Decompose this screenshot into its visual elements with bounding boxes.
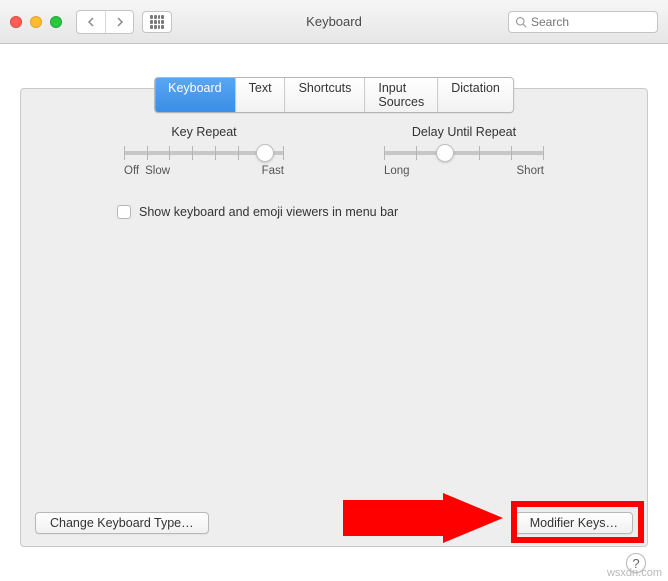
delay-repeat-ticks (384, 146, 544, 160)
search-field[interactable] (508, 11, 658, 33)
tab-text[interactable]: Text (235, 78, 285, 112)
delay-repeat-slider[interactable] (384, 151, 544, 155)
show-viewers-checkbox[interactable] (117, 205, 131, 219)
change-keyboard-type-button[interactable]: Change Keyboard Type… (35, 512, 209, 534)
key-repeat-mid: Slow (139, 165, 261, 177)
window-title: Keyboard (306, 14, 362, 29)
show-viewers-label: Show keyboard and emoji viewers in menu … (139, 205, 398, 219)
delay-repeat-min: Long (384, 165, 410, 177)
show-viewers-row: Show keyboard and emoji viewers in menu … (21, 177, 647, 219)
delay-repeat-max: Short (517, 165, 545, 177)
minimize-window-button[interactable] (30, 16, 42, 28)
tab-label: Shortcuts (299, 81, 352, 95)
titlebar: Keyboard (0, 0, 668, 44)
search-icon (515, 16, 527, 28)
key-repeat-max: Fast (262, 165, 284, 177)
close-window-button[interactable] (10, 16, 22, 28)
delay-repeat-thumb[interactable] (436, 144, 454, 162)
pointer-arrow-icon (343, 493, 503, 543)
delay-repeat-slider-block: Delay Until Repeat Long Short (384, 125, 544, 177)
back-button[interactable] (77, 11, 105, 33)
tab-input-sources[interactable]: Input Sources (364, 78, 437, 112)
key-repeat-slider-block: Key Repeat Off Slow Fast (124, 125, 284, 177)
tab-bar: Keyboard Text Shortcuts Input Sources Di… (154, 77, 514, 113)
window-controls (10, 16, 62, 28)
nav-back-forward (76, 10, 134, 34)
preferences-panel: Keyboard Text Shortcuts Input Sources Di… (20, 88, 648, 547)
tab-dictation[interactable]: Dictation (437, 78, 513, 112)
key-repeat-range-labels: Off Slow Fast (124, 165, 284, 177)
watermark: wsxdn.com (607, 567, 662, 579)
key-repeat-slider[interactable] (124, 151, 284, 155)
forward-button[interactable] (105, 11, 133, 33)
tab-label: Input Sources (378, 81, 424, 109)
key-repeat-min: Off (124, 165, 139, 177)
modifier-keys-button[interactable]: Modifier Keys… (515, 512, 633, 534)
tab-label: Dictation (451, 81, 500, 95)
tab-label: Text (249, 81, 272, 95)
tab-label: Keyboard (168, 81, 222, 95)
search-input[interactable] (531, 15, 651, 29)
show-all-button[interactable] (142, 11, 172, 33)
delay-repeat-range-labels: Long Short (384, 165, 544, 177)
zoom-window-button[interactable] (50, 16, 62, 28)
key-repeat-thumb[interactable] (256, 144, 274, 162)
delay-repeat-label: Delay Until Repeat (384, 125, 544, 139)
grid-icon (150, 15, 164, 29)
tab-keyboard[interactable]: Keyboard (155, 78, 235, 112)
key-repeat-label: Key Repeat (124, 125, 284, 139)
tab-shortcuts[interactable]: Shortcuts (285, 78, 365, 112)
